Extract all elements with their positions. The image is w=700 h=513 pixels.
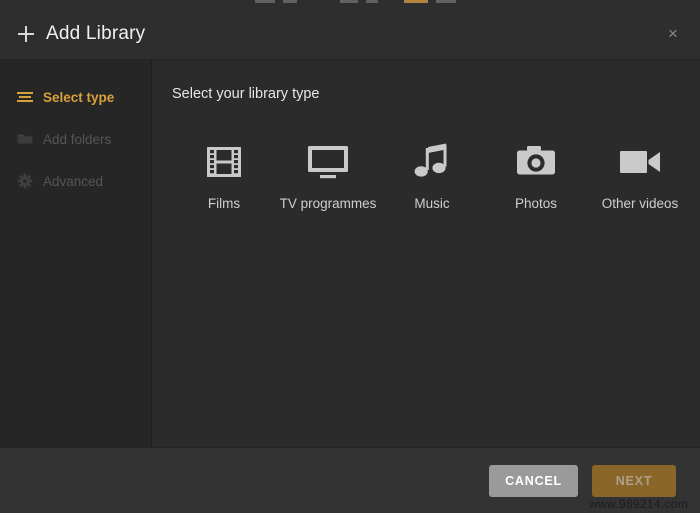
sidebar-item-label: Select type <box>43 89 115 105</box>
sidebar-item-label: Advanced <box>43 173 104 189</box>
sidebar-item-advanced[interactable]: Advanced <box>0 160 151 202</box>
library-type-label: Music <box>414 196 450 211</box>
dialog-body: Select type Add folders Advanced Select … <box>0 60 700 447</box>
sidebar-item-label: Add folders <box>43 131 112 147</box>
library-type-other-videos[interactable]: Other videos <box>588 136 692 211</box>
library-type-label: TV programmes <box>279 196 377 211</box>
library-type-label: Other videos <box>601 196 679 211</box>
background-app-chip <box>404 0 428 3</box>
background-app-chip <box>283 0 297 3</box>
gear-icon <box>17 173 33 189</box>
page-title: Add Library <box>46 22 146 44</box>
cancel-button[interactable]: CANCEL <box>489 464 578 497</box>
next-button: NEXT <box>592 464 676 497</box>
camera-icon <box>484 140 588 184</box>
sidebar-item-select-type[interactable]: Select type <box>0 76 151 118</box>
film-strip-icon <box>172 140 276 184</box>
close-icon[interactable]: × <box>660 21 686 47</box>
dialog-footer: CANCEL NEXT www.989214.com <box>0 447 700 513</box>
content-heading: Select your library type <box>172 86 320 102</box>
lines-icon <box>17 89 33 105</box>
dialog-sidebar: Select type Add folders Advanced <box>0 60 152 447</box>
add-library-dialog: Add Library × Select type Add folders Ad… <box>0 8 700 513</box>
folder-icon <box>17 131 33 147</box>
library-type-label: Films <box>207 196 241 211</box>
dialog-content: Select your library type Films TV progra… <box>152 60 700 447</box>
television-icon <box>276 140 380 184</box>
library-type-label: Photos <box>514 196 558 211</box>
library-type-tv-programmes[interactable]: TV programmes <box>276 136 380 211</box>
dialog-header: Add Library × <box>0 8 700 60</box>
library-type-photos[interactable]: Photos <box>484 136 588 211</box>
plus-icon <box>18 25 34 42</box>
background-app-chip <box>340 0 358 3</box>
library-type-music[interactable]: Music <box>380 136 484 211</box>
background-app-chip <box>436 0 456 3</box>
sidebar-item-add-folders[interactable]: Add folders <box>0 118 151 160</box>
background-app-chip <box>366 0 378 3</box>
music-note-icon <box>380 140 484 184</box>
library-type-list: Films TV programmes Music Photos Other v… <box>172 136 700 211</box>
watermark: www.989214.com <box>589 497 688 511</box>
library-type-films[interactable]: Films <box>172 136 276 211</box>
video-camera-icon <box>588 140 692 184</box>
background-app-chip <box>255 0 275 3</box>
